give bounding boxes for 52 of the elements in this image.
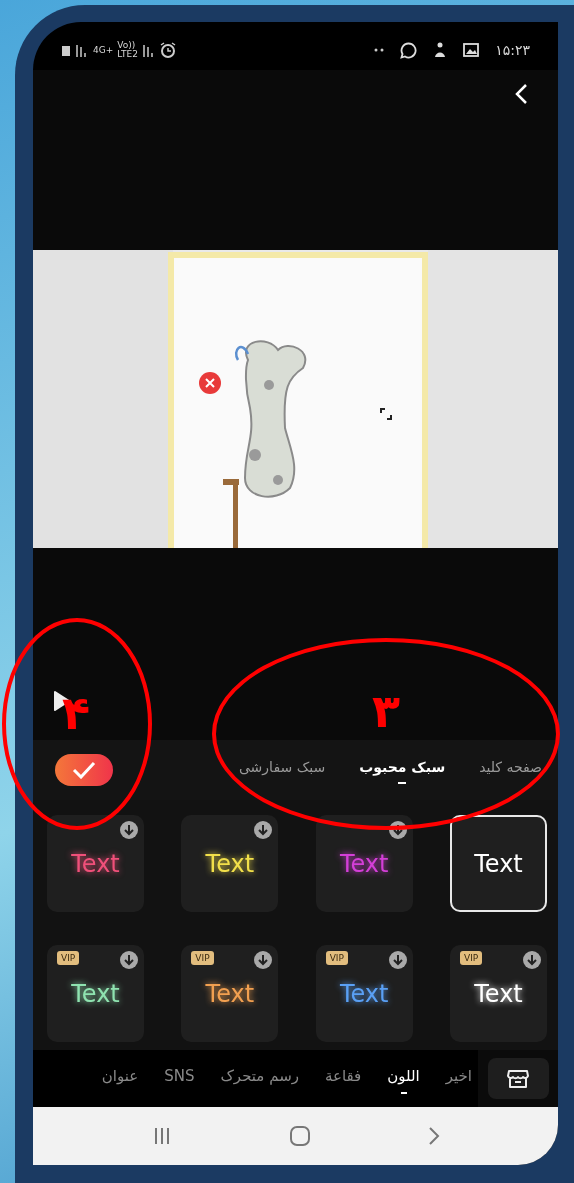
style-tile[interactable]: VIP Text [47,945,144,1042]
vip-badge: VIP [191,951,214,965]
style-tile[interactable]: Text [450,815,547,912]
style-tile[interactable]: Text [47,815,144,912]
style-sample-text: Text [71,848,120,880]
signal-icon [141,43,156,57]
style-tab[interactable]: صفحه کلید [479,756,542,784]
style-sample-text: Text [205,848,255,880]
category-tab[interactable]: اللون [387,1065,420,1092]
network-label: Vo)) [117,41,136,50]
battery-icon [61,44,71,56]
style-sample-text: Text [474,978,523,1010]
style-tile[interactable]: Text [181,815,279,912]
confirm-button[interactable] [55,754,113,786]
style-sample-text: Text [339,978,389,1010]
style-sample-text: Text [339,848,389,880]
image-icon [463,43,480,57]
delete-icon[interactable] [199,372,221,394]
style-tab[interactable]: سبک سفارشی [238,756,326,784]
category-tab[interactable]: رسم متحرک [220,1065,299,1092]
vip-badge: VIP [57,951,80,965]
back-nav-button[interactable] [427,1126,440,1146]
style-tab[interactable]: سبک محبوب [359,756,446,784]
annotation-number: ۴ [62,690,91,736]
alarm-icon [159,42,176,58]
vip-badge: VIP [325,951,348,965]
check-icon [72,761,96,779]
network-label: 4G+ [93,45,114,55]
category-tab[interactable]: اخیر [445,1065,472,1092]
style-tile[interactable]: VIP Text [181,945,279,1042]
style-tile[interactable]: VIP Text [315,945,413,1042]
annotation-number: ۳ [372,688,401,734]
category-tab[interactable]: SNS [164,1065,195,1092]
style-sample-text: Text [205,978,255,1010]
style-tile[interactable]: VIP Text [450,945,547,1042]
chat-icon [400,41,418,59]
back-button[interactable] [514,83,528,105]
resize-icon[interactable] [380,408,392,420]
category-tab[interactable]: فقاعة [324,1065,362,1092]
home-button[interactable] [288,1125,311,1147]
style-sample-text: Text [474,848,523,880]
store-button[interactable] [487,1058,549,1099]
signal-icon [75,43,89,57]
style-sample-text: Text [71,978,120,1010]
vip-badge: VIP [460,951,483,965]
category-tab[interactable]: عنوان [101,1065,139,1092]
network-label: LTE2 [117,50,138,59]
clock-time: ۱۵:۲۳ [495,40,530,60]
figure-icon [433,42,448,58]
style-tile[interactable]: Text [315,815,413,912]
store-icon [506,1067,530,1090]
more-icon [374,48,385,52]
